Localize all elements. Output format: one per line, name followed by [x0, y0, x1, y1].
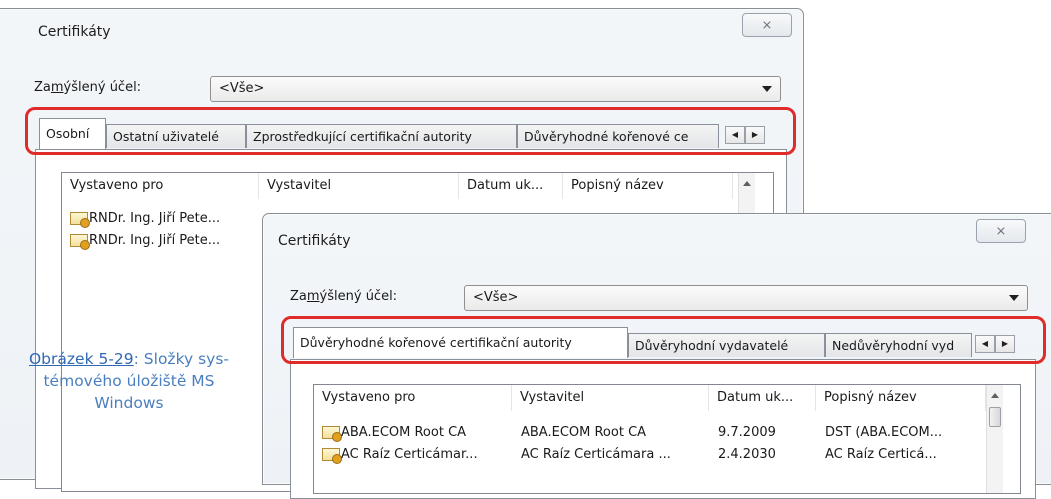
- dropdown-arrow-icon: [762, 86, 772, 92]
- cell-friendly-name: DST (ABA.ECOM...: [825, 425, 943, 440]
- tab-trusted-root-ca[interactable]: Důvěryhodné kořenové certifikační autori…: [293, 327, 628, 358]
- certificate-icon: [322, 448, 342, 464]
- cell-expiration: 9.7.2009: [718, 425, 776, 440]
- figure-caption: Obrázek 5-29: Složky sys- témového úloži…: [0, 348, 258, 414]
- column-header-issuer[interactable]: Vystavitel: [259, 173, 459, 199]
- certificate-icon: [70, 234, 90, 250]
- purpose-label: Zamýšlený účel:: [34, 80, 142, 95]
- purpose-value: <Vše>: [473, 290, 519, 305]
- cell-issuer: ABA.ECOM Root CA: [521, 425, 647, 440]
- column-header-friendly-name[interactable]: Popisný název: [816, 385, 986, 411]
- certificates-dialog-front: Certifikáty ⨯ Zamýšlený účel: <Vše> Důvě…: [262, 213, 1051, 499]
- table-row[interactable]: AC Raíz Certicámar... AC Raíz Certicámar…: [314, 444, 986, 466]
- column-header-expiration[interactable]: Datum uk...: [709, 385, 816, 411]
- scrollbar-thumb[interactable]: [989, 407, 1001, 427]
- cell-issued-to: ABA.ECOM Root CA: [341, 425, 467, 440]
- close-icon: ⨯: [995, 224, 1007, 239]
- certificate-icon: [70, 212, 90, 228]
- vertical-scrollbar[interactable]: [986, 385, 1003, 493]
- column-header-expiration[interactable]: Datum uk...: [459, 173, 563, 199]
- certificate-icon: [322, 426, 342, 442]
- tabs-highlight-back: [25, 107, 796, 155]
- close-button[interactable]: ⨯: [976, 219, 1026, 243]
- column-header-issuer[interactable]: Vystavitel: [512, 385, 709, 411]
- purpose-select[interactable]: <Vše>: [210, 76, 781, 102]
- cell-issuer: AC Raíz Certicámara ...: [521, 447, 671, 462]
- table-row[interactable]: ABA.ECOM Root CA ABA.ECOM Root CA 9.7.20…: [314, 422, 986, 444]
- column-header-friendly-name[interactable]: Popisný název: [563, 173, 733, 199]
- dropdown-arrow-icon: [1009, 295, 1019, 301]
- tab-personal[interactable]: Osobní: [39, 118, 106, 149]
- column-header-issued-to[interactable]: Vystaveno pro: [62, 173, 259, 199]
- close-icon: ⨯: [761, 18, 773, 33]
- cell-expiration: 2.4.2030: [718, 447, 776, 462]
- purpose-value: <Vše>: [219, 81, 265, 96]
- dialog-title: Certifikáty: [278, 233, 351, 249]
- certificate-list[interactable]: Vystaveno pro Vystavitel Datum uk... Pop…: [313, 384, 1021, 494]
- purpose-label: Zamýšlený účel:: [290, 289, 398, 304]
- dialog-title: Certifikáty: [38, 24, 111, 40]
- scroll-up-icon[interactable]: [743, 181, 751, 186]
- column-header-issued-to[interactable]: Vystaveno pro: [314, 385, 512, 411]
- scroll-up-icon[interactable]: [991, 393, 999, 398]
- cell-issued-to: RNDr. Ing. Jiří Pete...: [89, 233, 221, 248]
- purpose-select[interactable]: <Vše>: [464, 285, 1028, 311]
- cell-issued-to: AC Raíz Certicámar...: [341, 447, 478, 462]
- figure-reference-link[interactable]: Obrázek 5-29: [29, 350, 134, 368]
- cell-friendly-name: AC Raíz Certicá...: [825, 447, 937, 462]
- cell-issued-to: RNDr. Ing. Jiří Pete...: [89, 211, 221, 226]
- close-button[interactable]: ⨯: [742, 13, 792, 37]
